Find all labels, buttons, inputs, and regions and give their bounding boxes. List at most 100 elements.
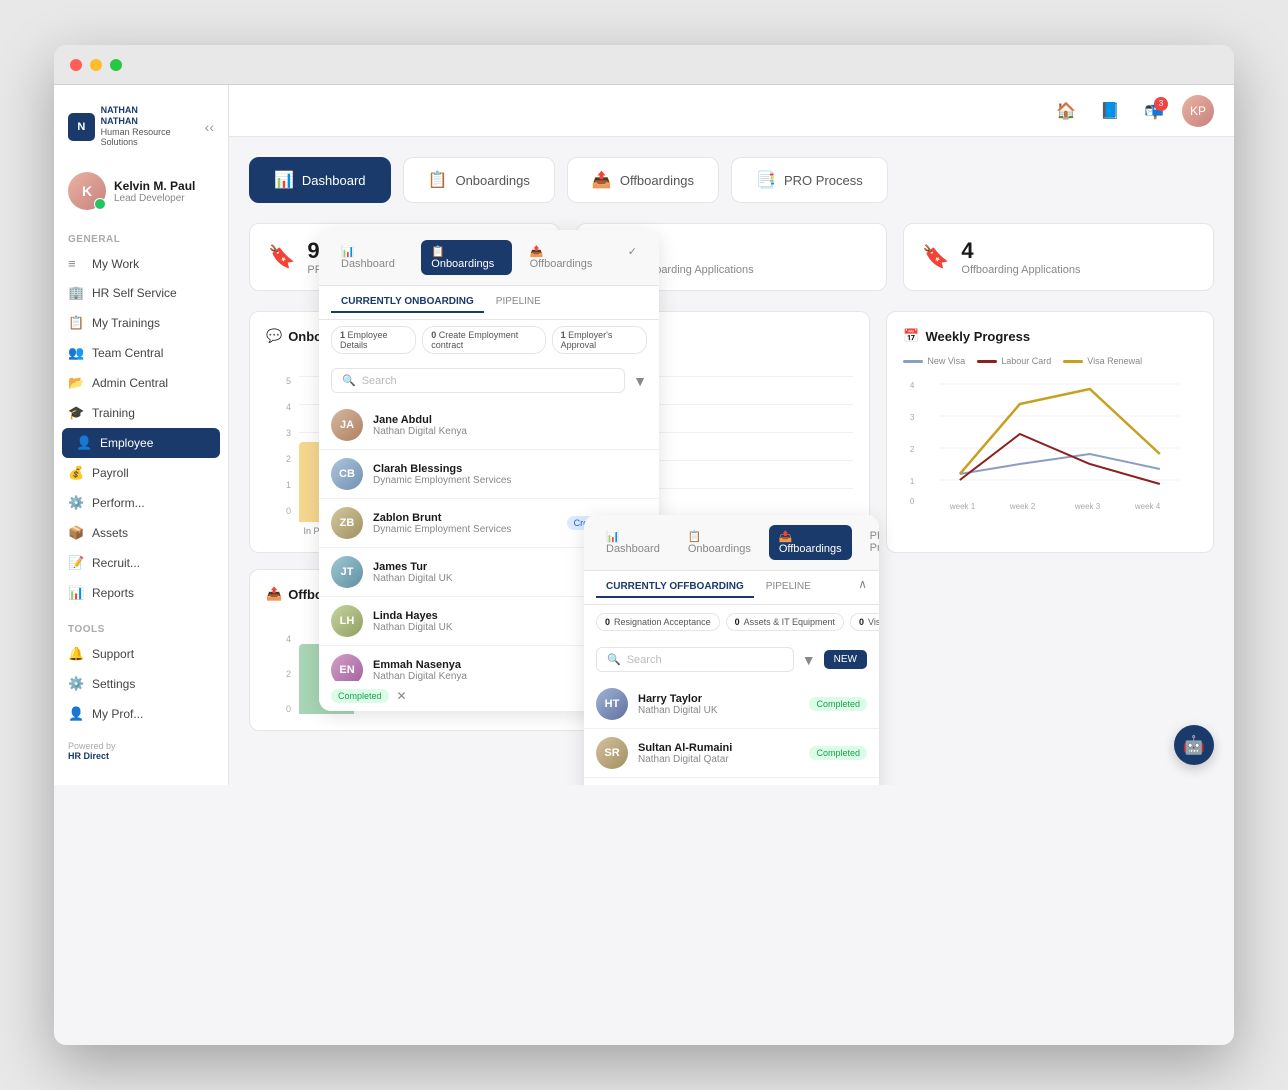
step-employee-details: 1 Employee Details [331, 326, 416, 354]
tab-onboardings[interactable]: 📋 Onboardings [403, 157, 555, 203]
weekly-line-chart: 4 3 2 1 0 week 1 week 2 week 3 week 4 [903, 374, 1197, 514]
sidebar-item-team-central[interactable]: 👥 Team Central [54, 338, 228, 368]
emp-company: Nathan Digital UK [373, 573, 452, 584]
sidebar-item-my-profile[interactable]: 👤 My Prof... [54, 699, 228, 729]
search-icon: 🔍 [342, 374, 356, 387]
offboard-search[interactable]: 🔍 Search [596, 647, 794, 672]
sidebar-collapse-icon[interactable]: ‹‹ [205, 119, 214, 135]
filter-icon[interactable]: ▼ [633, 373, 647, 389]
svg-text:week 2: week 2 [1009, 502, 1036, 511]
sidebar-item-support[interactable]: 🔔 Support [54, 639, 228, 669]
sidebar-item-assets[interactable]: 📦 Assets [54, 518, 228, 548]
sidebar-item-my-trainings[interactable]: 📋 My Trainings [54, 308, 228, 338]
tab-pro-process[interactable]: 📑 PRO Process [731, 157, 888, 203]
perf-icon: ⚙️ [68, 495, 84, 511]
svg-text:1: 1 [910, 477, 915, 486]
offboard-count: 4 [961, 238, 1080, 264]
sub-tab-currently[interactable]: CURRENTLY ONBOARDING [331, 292, 484, 313]
team-icon: 👥 [68, 345, 84, 361]
offboard-chart-icon: 📤 [266, 586, 282, 602]
onboard-icon: 📋 [688, 531, 702, 543]
minimize-button[interactable] [90, 59, 102, 71]
sidebar-item-training[interactable]: 🎓 Training [54, 398, 228, 428]
sidebar-item-employee[interactable]: 👤 Employee [62, 428, 220, 458]
top-bar: 🏠 📘 📬 3 KP [229, 85, 1234, 137]
emp-company: Dynamic Employment Services [373, 524, 511, 535]
sidebar-item-settings[interactable]: ⚙️ Settings [54, 669, 228, 699]
new-button[interactable]: NEW [824, 650, 867, 669]
sidebar-item-label: Recruit... [92, 556, 140, 570]
onboarding-search[interactable]: 🔍 Search [331, 368, 625, 393]
offboard-tab-onboardings[interactable]: 📋 Onboardings [678, 525, 761, 560]
offboard-sub-tab-pipeline[interactable]: PIPELINE [756, 577, 821, 598]
sidebar-item-performance[interactable]: ⚙️ Perform... [54, 488, 228, 518]
pro-stat-icon: 🔖 [268, 244, 295, 270]
payroll-icon: 💰 [68, 465, 84, 481]
sidebar-item-hr-self-service[interactable]: 🏢 HR Self Service [54, 278, 228, 308]
home-icon[interactable]: 🏠 [1050, 95, 1082, 127]
filter-row: 🔍 Search ▼ [319, 360, 659, 401]
sidebar-item-label: Assets [92, 526, 128, 540]
list-item: JA Jane Abdul Nathan Digital Kenya [319, 401, 659, 450]
sidebar-item-label: Support [92, 647, 134, 661]
emp-avatar: ZB [331, 507, 363, 539]
chatbot-fab[interactable]: 🤖 [1174, 725, 1214, 765]
sidebar-item-label: HR Self Service [92, 286, 177, 300]
svg-text:week 1: week 1 [949, 502, 976, 511]
tab-label: Dashboard [302, 173, 366, 188]
tab-label: Offboardings [620, 173, 694, 188]
search-icon: 🔍 [607, 653, 621, 666]
pro-tab-icon: 📑 [756, 170, 776, 190]
sidebar-item-my-work[interactable]: ≡ My Work [54, 249, 228, 278]
emp-avatar: HT [596, 688, 628, 720]
hr-icon: 🏢 [68, 285, 84, 301]
main-tab-row: 📊 Dashboard 📋 Onboardings 📤 Offboardings… [249, 157, 1214, 203]
sidebar-item-reports[interactable]: 📊 Reports [54, 578, 228, 608]
profile-icon: 👤 [68, 706, 84, 722]
dash-icon: 📊 [606, 531, 620, 543]
close-panel-icon[interactable]: ✕ [397, 689, 407, 703]
emp-company: Nathan Digital UK [638, 705, 717, 716]
panel-tab-dashboard[interactable]: 📊 Dashboard [331, 240, 413, 275]
dashboard-tab-icon: 📊 [274, 170, 294, 190]
sidebar-item-admin-central[interactable]: 📂 Admin Central [54, 368, 228, 398]
avatar: K [68, 172, 106, 210]
notifications-icon[interactable]: 📬 3 [1138, 95, 1170, 127]
docs-icon[interactable]: 📘 [1094, 95, 1126, 127]
sub-tab-pipeline[interactable]: PIPELINE [486, 292, 551, 313]
offboard-tab-offboardings[interactable]: 📤 Offboardings [769, 525, 852, 560]
offboard-tab-dashboard[interactable]: 📊 Dashboard [596, 525, 670, 560]
list-item: CB Clarah Blessings Dynamic Employment S… [319, 450, 659, 499]
panel-tab-pro[interactable]: ✓ [618, 240, 647, 275]
user-name: Kelvin M. Paul [114, 179, 195, 193]
list-item: JK John Karanja Nathan Digital Kenya Com… [584, 778, 879, 785]
traffic-lights [70, 59, 122, 71]
employee-icon: 👤 [76, 435, 92, 451]
legend-dot [903, 360, 923, 363]
legend-dot [977, 360, 997, 363]
trainings-icon: 📋 [68, 315, 84, 331]
emp-badge: Completed [809, 746, 867, 760]
list-item: SR Sultan Al-Rumaini Nathan Digital Qata… [584, 729, 879, 778]
sidebar-item-recruitment[interactable]: 📝 Recruit... [54, 548, 228, 578]
tab-dashboard[interactable]: 📊 Dashboard [249, 157, 391, 203]
legend-visa-renewal: Visa Renewal [1063, 356, 1142, 366]
sidebar: N NATHAN NATHAN Human Resource Solutions… [54, 85, 229, 785]
sidebar-item-label: Reports [92, 586, 134, 600]
sidebar-item-label: Settings [92, 677, 135, 691]
collapse-icon[interactable]: ∧ [858, 577, 867, 598]
close-button[interactable] [70, 59, 82, 71]
filter-icon[interactable]: ▼ [802, 652, 816, 668]
sidebar-item-payroll[interactable]: 💰 Payroll [54, 458, 228, 488]
emp-company: Dynamic Employment Services [373, 475, 511, 486]
powered-by: Powered by HR Direct [54, 729, 228, 773]
emp-avatar: LH [331, 605, 363, 637]
panel-tab-onboardings[interactable]: 📋 Onboardings [421, 240, 511, 275]
maximize-button[interactable] [110, 59, 122, 71]
emp-company: Nathan Digital Qatar [638, 754, 732, 765]
offboard-sub-tab-currently[interactable]: CURRENTLY OFFBOARDING [596, 577, 754, 598]
offboard-tab-pro[interactable]: PRO Process [860, 525, 879, 560]
panel-tab-offboardings[interactable]: 📤 Offboardings [520, 240, 610, 275]
top-avatar[interactable]: KP [1182, 95, 1214, 127]
tab-offboardings[interactable]: 📤 Offboardings [567, 157, 719, 203]
